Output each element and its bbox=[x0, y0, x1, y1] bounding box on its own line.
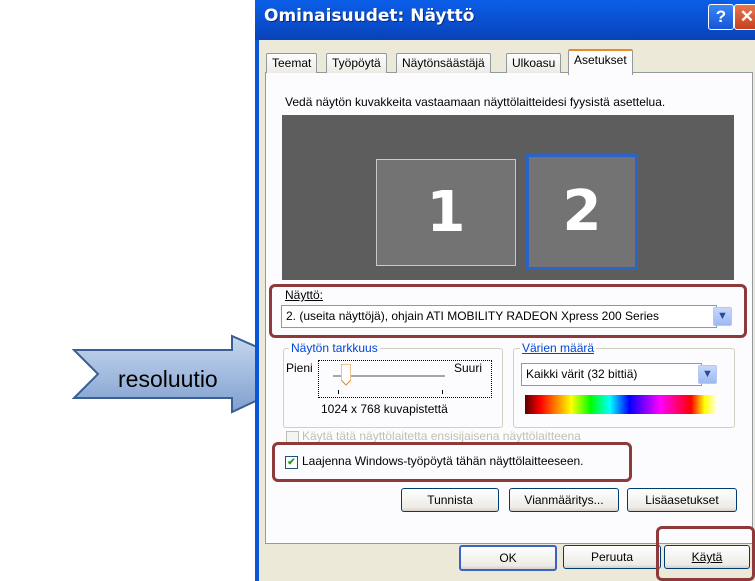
cancel-button[interactable]: Peruuta bbox=[563, 545, 661, 569]
tab-themes[interactable]: Teemat bbox=[266, 53, 318, 73]
window-title: Ominaisuudet: Näyttö bbox=[264, 6, 475, 26]
ok-button[interactable]: OK bbox=[459, 545, 557, 571]
resolution-low-label: Pieni bbox=[286, 361, 313, 375]
primary-display-label: Käytä tätä näyttölaitetta ensisijaisena … bbox=[302, 429, 581, 443]
color-quality-group-title: Värien määrä bbox=[520, 341, 597, 355]
color-spectrum-bar bbox=[525, 395, 718, 414]
apply-button[interactable]: Käytä bbox=[664, 545, 750, 569]
extend-desktop-checkbox[interactable]: ✔ bbox=[285, 456, 298, 469]
tab-desktop[interactable]: Työpöytä bbox=[326, 53, 387, 73]
color-quality-group bbox=[513, 348, 735, 428]
help-button[interactable]: ? bbox=[708, 4, 734, 30]
identify-button[interactable]: Tunnista bbox=[401, 488, 499, 512]
instruction-text: Vedä näytön kuvakkeita vastaamaan näyttö… bbox=[285, 95, 666, 109]
color-quality-select[interactable]: Kaikki värit (32 bittiä) bbox=[521, 363, 702, 386]
resolution-slider[interactable] bbox=[340, 363, 352, 386]
display-label: Näyttö: bbox=[285, 288, 324, 302]
resolution-group-title: Näytön tarkkuus bbox=[289, 341, 380, 355]
monitor-1[interactable]: 1 bbox=[376, 159, 516, 266]
advanced-button[interactable]: Lisäasetukset bbox=[627, 488, 737, 512]
close-button[interactable]: ✕ bbox=[734, 4, 755, 30]
tab-screensaver[interactable]: Näytönsäästäjä bbox=[396, 53, 491, 73]
extend-desktop-label: Laajenna Windows-työpöytä tähän näyttöla… bbox=[302, 454, 584, 468]
resolution-tick bbox=[338, 390, 339, 394]
callout-label: resoluutio bbox=[118, 366, 218, 392]
resolution-tick bbox=[442, 390, 443, 394]
display-select[interactable]: 2. (useita näyttöjä), ohjain ATI MOBILIT… bbox=[281, 305, 717, 328]
resolution-value: 1024 x 768 kuvapistettä bbox=[321, 402, 448, 416]
tab-settings[interactable]: Asetukset bbox=[568, 49, 633, 75]
chevron-down-icon[interactable]: ▼ bbox=[698, 365, 717, 384]
troubleshoot-button[interactable]: Vianmääritys... bbox=[509, 488, 619, 512]
chevron-down-icon[interactable]: ▼ bbox=[713, 307, 732, 326]
monitor-2[interactable]: 2 bbox=[526, 154, 638, 270]
tab-appearance[interactable]: Ulkoasu bbox=[506, 53, 562, 73]
